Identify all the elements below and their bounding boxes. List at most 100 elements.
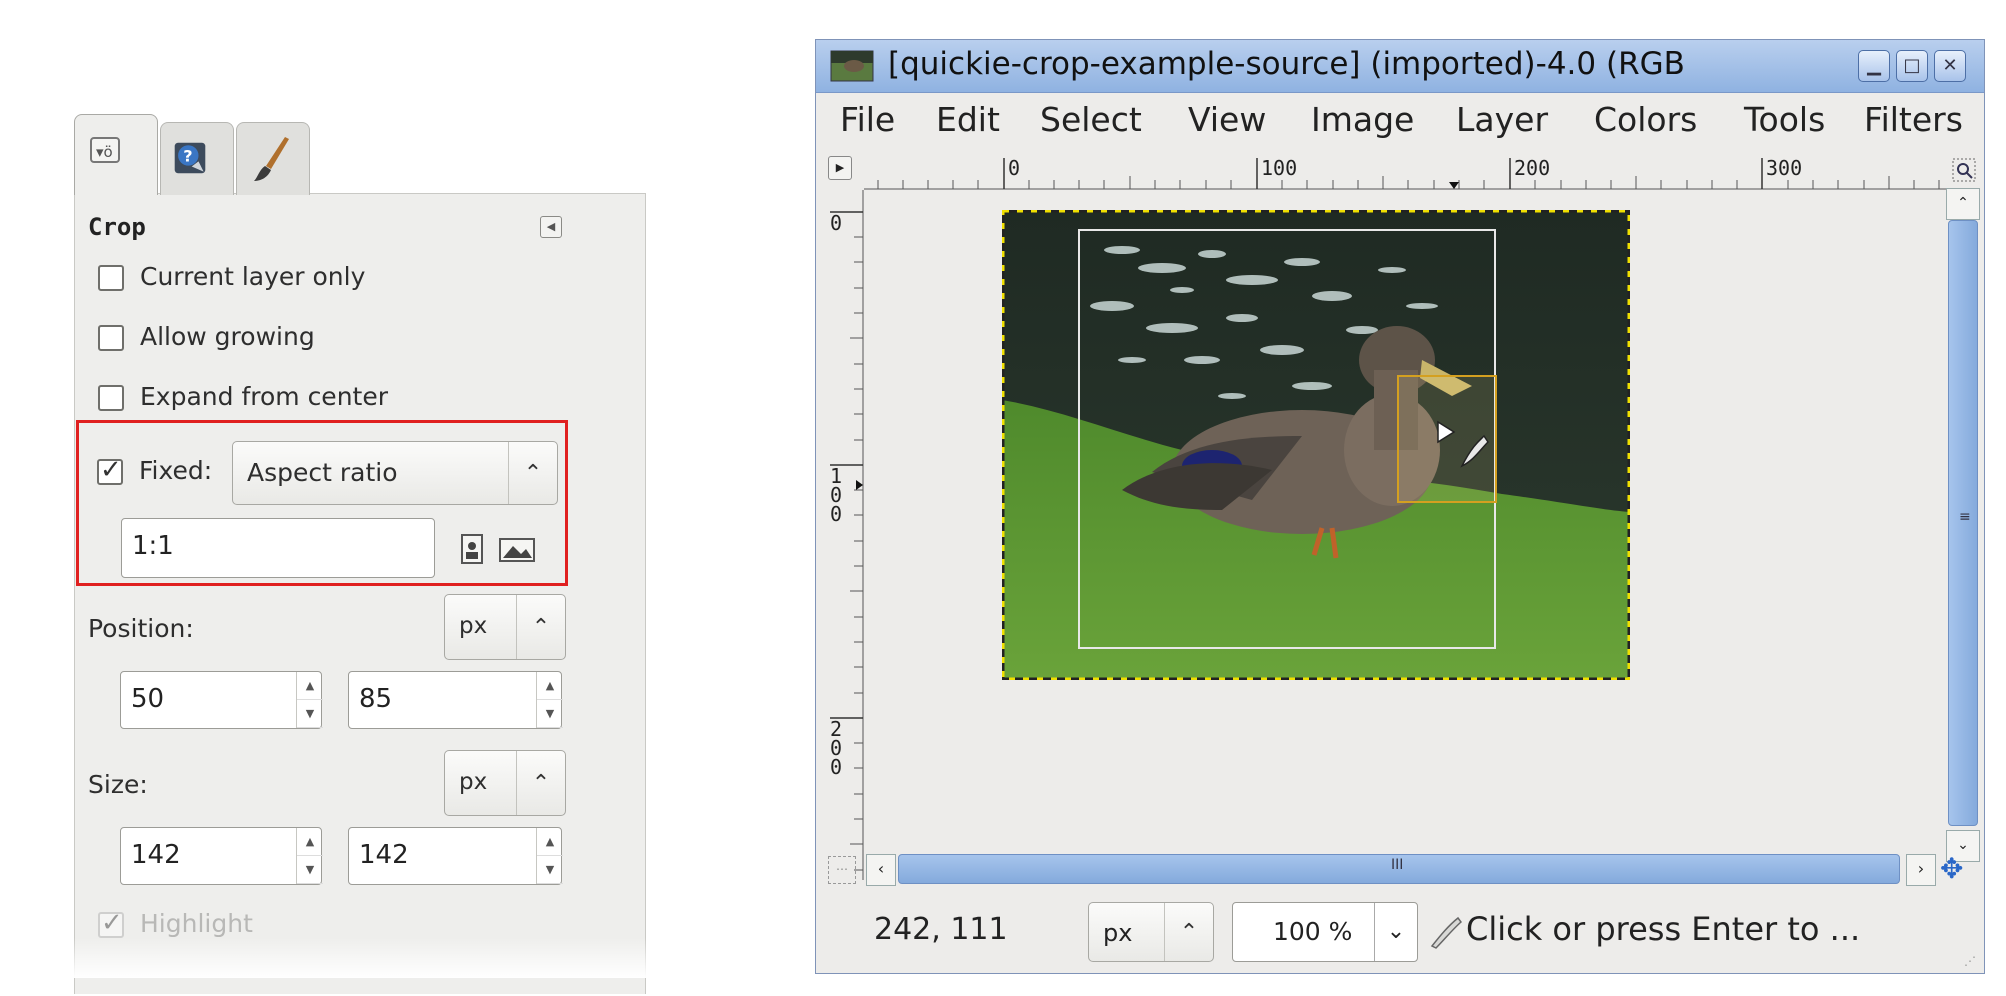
updown-arrows-icon: ⌃ [1164,903,1213,961]
window-title: [quickie-crop-example-source] (imported)… [888,46,1685,82]
menu-tools[interactable]: Tools [1744,100,1825,139]
expand-from-center-checkbox[interactable] [98,385,124,411]
fixed-checkbox[interactable] [97,455,123,485]
quick-mask-menu-icon[interactable]: ▶ [828,156,852,180]
duck-photo[interactable] [1002,210,1630,680]
title-bar[interactable]: [quickie-crop-example-source] (imported)… [816,40,1984,93]
navigate-icon[interactable]: ✥ [1940,854,1963,884]
current-layer-only-checkbox[interactable] [98,265,124,291]
ruler-v-label: 100 [830,464,843,526]
tool-options-panel: ▾ö ? ◀ Crop Current layer only Allow gro… [62,108,662,994]
quick-mask-toggle-icon[interactable]: ⋯ [828,856,856,884]
scroll-right-button[interactable]: › [1906,854,1936,886]
zoom-combo[interactable]: 100 % ⌄ [1232,902,1418,962]
crop-tool-icon [1430,916,1463,949]
svg-text:?: ? [183,146,192,165]
horizontal-scroll-thumb[interactable]: III [898,854,1900,884]
image-window: [quickie-crop-example-source] (imported)… [815,39,1985,974]
spin-arrows[interactable]: ▲ ▼ [296,828,323,884]
ruler-pointer [1449,182,1459,189]
ruler-v-label: 0 [830,211,843,235]
ruler-h-label: 100 [1261,156,1298,180]
pointer-coordinates: 242, 111 [874,912,1008,947]
image-thumbnail-icon [830,50,874,82]
position-x-input[interactable]: 50 ▲ ▼ [120,671,323,729]
section-title: Crop [88,213,146,241]
menu-colors[interactable]: Colors [1594,100,1697,139]
menu-select[interactable]: Select [1040,100,1142,139]
vertical-scrollbar[interactable]: ⌃ ≡ ⌄ [1946,188,1980,870]
panel-fade [62,938,662,978]
menu-view[interactable]: View [1188,100,1266,139]
highlight-checkbox[interactable] [98,908,124,938]
menu-filters[interactable]: Filters [1864,100,1963,139]
spin-arrows[interactable]: ▲ ▼ [536,828,563,884]
fixed-mode-combo[interactable]: Aspect ratio ⌃ [232,441,558,505]
aspect-ratio-entry[interactable]: 1:1 [121,518,435,578]
menu-image[interactable]: Image [1311,100,1414,139]
menu-layer[interactable]: Layer [1456,100,1548,139]
highlight-label: Highlight [140,909,253,938]
position-unit-combo[interactable]: px ⌃ [444,594,566,660]
fixed-aspect-highlight: Fixed: Aspect ratio ⌃ 1:1 [76,420,568,586]
landscape-icon[interactable] [499,538,535,562]
horizontal-ruler[interactable]: 0 100 200 300 [864,150,1947,190]
size-w-input[interactable]: 142 ▲ ▼ [120,827,323,885]
position-label: Position: [88,614,194,643]
horizontal-scrollbar[interactable]: ⋯ ‹ III › ✥ [828,852,1963,886]
size-unit-combo[interactable]: px ⌃ [444,750,566,816]
size-h-value: 142 [359,840,409,870]
zoom-value: 100 % [1273,917,1353,946]
spin-arrows[interactable]: ▲ ▼ [536,672,563,728]
allow-growing-checkbox[interactable] [98,325,124,351]
menu-file[interactable]: File [840,100,895,139]
spin-arrows[interactable]: ▲ ▼ [296,672,323,728]
current-layer-only-label: Current layer only [140,262,366,291]
minimize-button[interactable]: ▁ [1858,50,1890,82]
vertical-ruler[interactable]: 0 100 200 [826,190,864,880]
paintbrush-icon [254,137,289,181]
fixed-mode-value: Aspect ratio [247,458,398,487]
expand-from-center-label: Expand from center [140,382,388,411]
ruler-h-label: 300 [1766,156,1803,180]
grip-icon: III [1391,857,1404,873]
tool-options-icon: ▾ö [90,137,120,163]
updown-arrows-icon: ⌃ [516,751,565,815]
position-y-input[interactable]: 85 ▲ ▼ [348,671,563,729]
zoom-dropdown-icon[interactable]: ⌄ [1374,903,1417,961]
allow-growing-label: Allow growing [140,322,315,351]
image-canvas[interactable] [864,190,1948,880]
help-icon: ? [174,142,206,174]
updown-arrows-icon: ⌃ [516,595,565,659]
portrait-icon[interactable] [459,534,485,564]
size-w-value: 142 [131,840,181,870]
close-button[interactable]: ✕ [1934,50,1966,82]
maximize-button[interactable]: □ [1896,50,1928,82]
expand-from-center-option[interactable]: Expand from center [98,381,498,415]
position-unit-value: px [459,613,488,639]
unit-combo[interactable]: px ⌃ [1088,902,1214,962]
tab-help[interactable]: ? [160,122,234,195]
tab-paint[interactable] [236,122,310,195]
position-y-value: 85 [359,684,393,714]
tab-tool-options[interactable]: ▾ö [74,114,158,195]
zoom-fit-icon[interactable] [1952,158,1976,182]
menu-edit[interactable]: Edit [936,100,1000,139]
vertical-scroll-thumb[interactable]: ≡ [1948,220,1978,826]
aspect-ratio-value: 1:1 [132,531,174,561]
configure-tab-icon[interactable]: ◀ [540,216,562,238]
grip-icon: ≡ [1959,509,1971,525]
size-label: Size: [88,770,148,799]
status-message: Click or press Enter to ... [1466,910,1861,948]
size-h-input[interactable]: 142 ▲ ▼ [348,827,563,885]
ruler-v-label: 200 [830,717,843,779]
allow-growing-option[interactable]: Allow growing [98,321,498,355]
scroll-up-button[interactable]: ⌃ [1946,188,1980,220]
scroll-left-button[interactable]: ‹ [866,854,896,886]
resize-grip-icon[interactable]: ⋰ [1964,954,1976,968]
unit-value: px [1103,919,1133,947]
position-x-value: 50 [131,684,165,714]
highlight-option[interactable]: Highlight [98,908,498,942]
current-layer-only-option[interactable]: Current layer only [98,261,498,295]
updown-arrows-icon: ⌃ [508,442,557,504]
